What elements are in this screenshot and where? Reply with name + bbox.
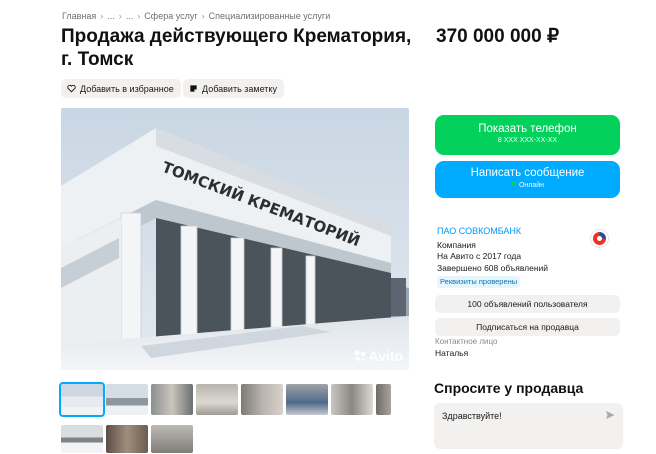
heart-icon (67, 84, 76, 93)
breadcrumb-collapsed[interactable]: ... (126, 11, 134, 21)
show-phone-label: Показать телефон (478, 123, 577, 135)
thumbnail[interactable] (59, 382, 105, 417)
ask-seller-text: Здравствуйте! (442, 411, 502, 421)
thumbnail[interactable] (106, 425, 148, 453)
contact-person-label: Контактное лицо (435, 337, 498, 346)
online-label: Онлайн (518, 182, 545, 189)
seller-type: Компания (437, 240, 476, 250)
seller-since: На Авито с 2017 года (437, 251, 522, 261)
thumbnail[interactable] (61, 425, 103, 453)
seller-completed: Завершено 608 объявлений (437, 263, 549, 273)
breadcrumb: Главная › ... › ... › Сфера услуг › Спец… (62, 11, 330, 21)
contact-person-name: Наталья (435, 348, 469, 358)
breadcrumb-collapsed[interactable]: ... (107, 11, 115, 21)
user-ads-button[interactable]: 100 объявлений пользователя (435, 295, 620, 313)
online-dot-icon (510, 181, 516, 186)
avito-logo-icon (354, 350, 365, 361)
thumbnail[interactable] (106, 384, 148, 415)
add-note-button[interactable]: Добавить заметку (183, 79, 284, 98)
phone-masked: 8 XXX XXX-XX-XX (497, 137, 558, 144)
thumbnail[interactable] (241, 384, 283, 415)
main-photo[interactable]: ТОМСКИЙ КРЕМАТОРИЙ Avito (61, 108, 409, 370)
favorites-label: Добавить в избранное (80, 83, 174, 94)
verified-badge: Реквизиты проверены (437, 276, 521, 288)
breadcrumb-special-services[interactable]: Специализированные услуги (209, 11, 331, 21)
ask-seller-input[interactable]: Здравствуйте! (434, 403, 623, 449)
write-message-button[interactable]: Написать сообщение Онлайн (435, 161, 620, 198)
subscribe-seller-button[interactable]: Подписаться на продавца (435, 318, 620, 336)
thumbnail[interactable] (151, 384, 193, 415)
write-message-label: Написать сообщение (470, 167, 585, 179)
page-title: Продажа действующего Крематория, г. Томс… (61, 26, 412, 70)
online-status: Онлайн (435, 181, 620, 189)
breadcrumb-separator: › (100, 11, 104, 21)
breadcrumb-separator: › (137, 11, 141, 21)
show-phone-button[interactable]: Показать телефон 8 XXX XXX-XX-XX (435, 115, 620, 155)
add-to-favorites-button[interactable]: Добавить в избранное (61, 79, 181, 98)
breadcrumb-separator: › (201, 11, 205, 21)
breadcrumb-home[interactable]: Главная (62, 11, 96, 21)
thumbnail[interactable] (376, 384, 391, 415)
ask-seller-title: Спросите у продавца (434, 380, 584, 396)
sovcombank-logo-icon (593, 232, 606, 245)
watermark-text: Avito (368, 348, 403, 364)
note-icon (190, 85, 197, 92)
seller-avatar[interactable] (590, 229, 609, 248)
seller-name-link[interactable]: ПАО СОВКОМБАНК (437, 226, 521, 236)
price: 370 000 000 ₽ (436, 26, 560, 47)
breadcrumb-separator: › (118, 11, 122, 21)
breadcrumb-services[interactable]: Сфера услуг (144, 11, 197, 21)
thumbnail[interactable] (331, 384, 373, 415)
thumbnail[interactable] (196, 384, 238, 415)
note-label: Добавить заметку (202, 83, 277, 94)
avito-watermark: Avito (354, 348, 403, 364)
thumbnail[interactable] (151, 425, 193, 453)
thumbnail[interactable] (286, 384, 328, 415)
send-icon[interactable] (605, 410, 615, 420)
